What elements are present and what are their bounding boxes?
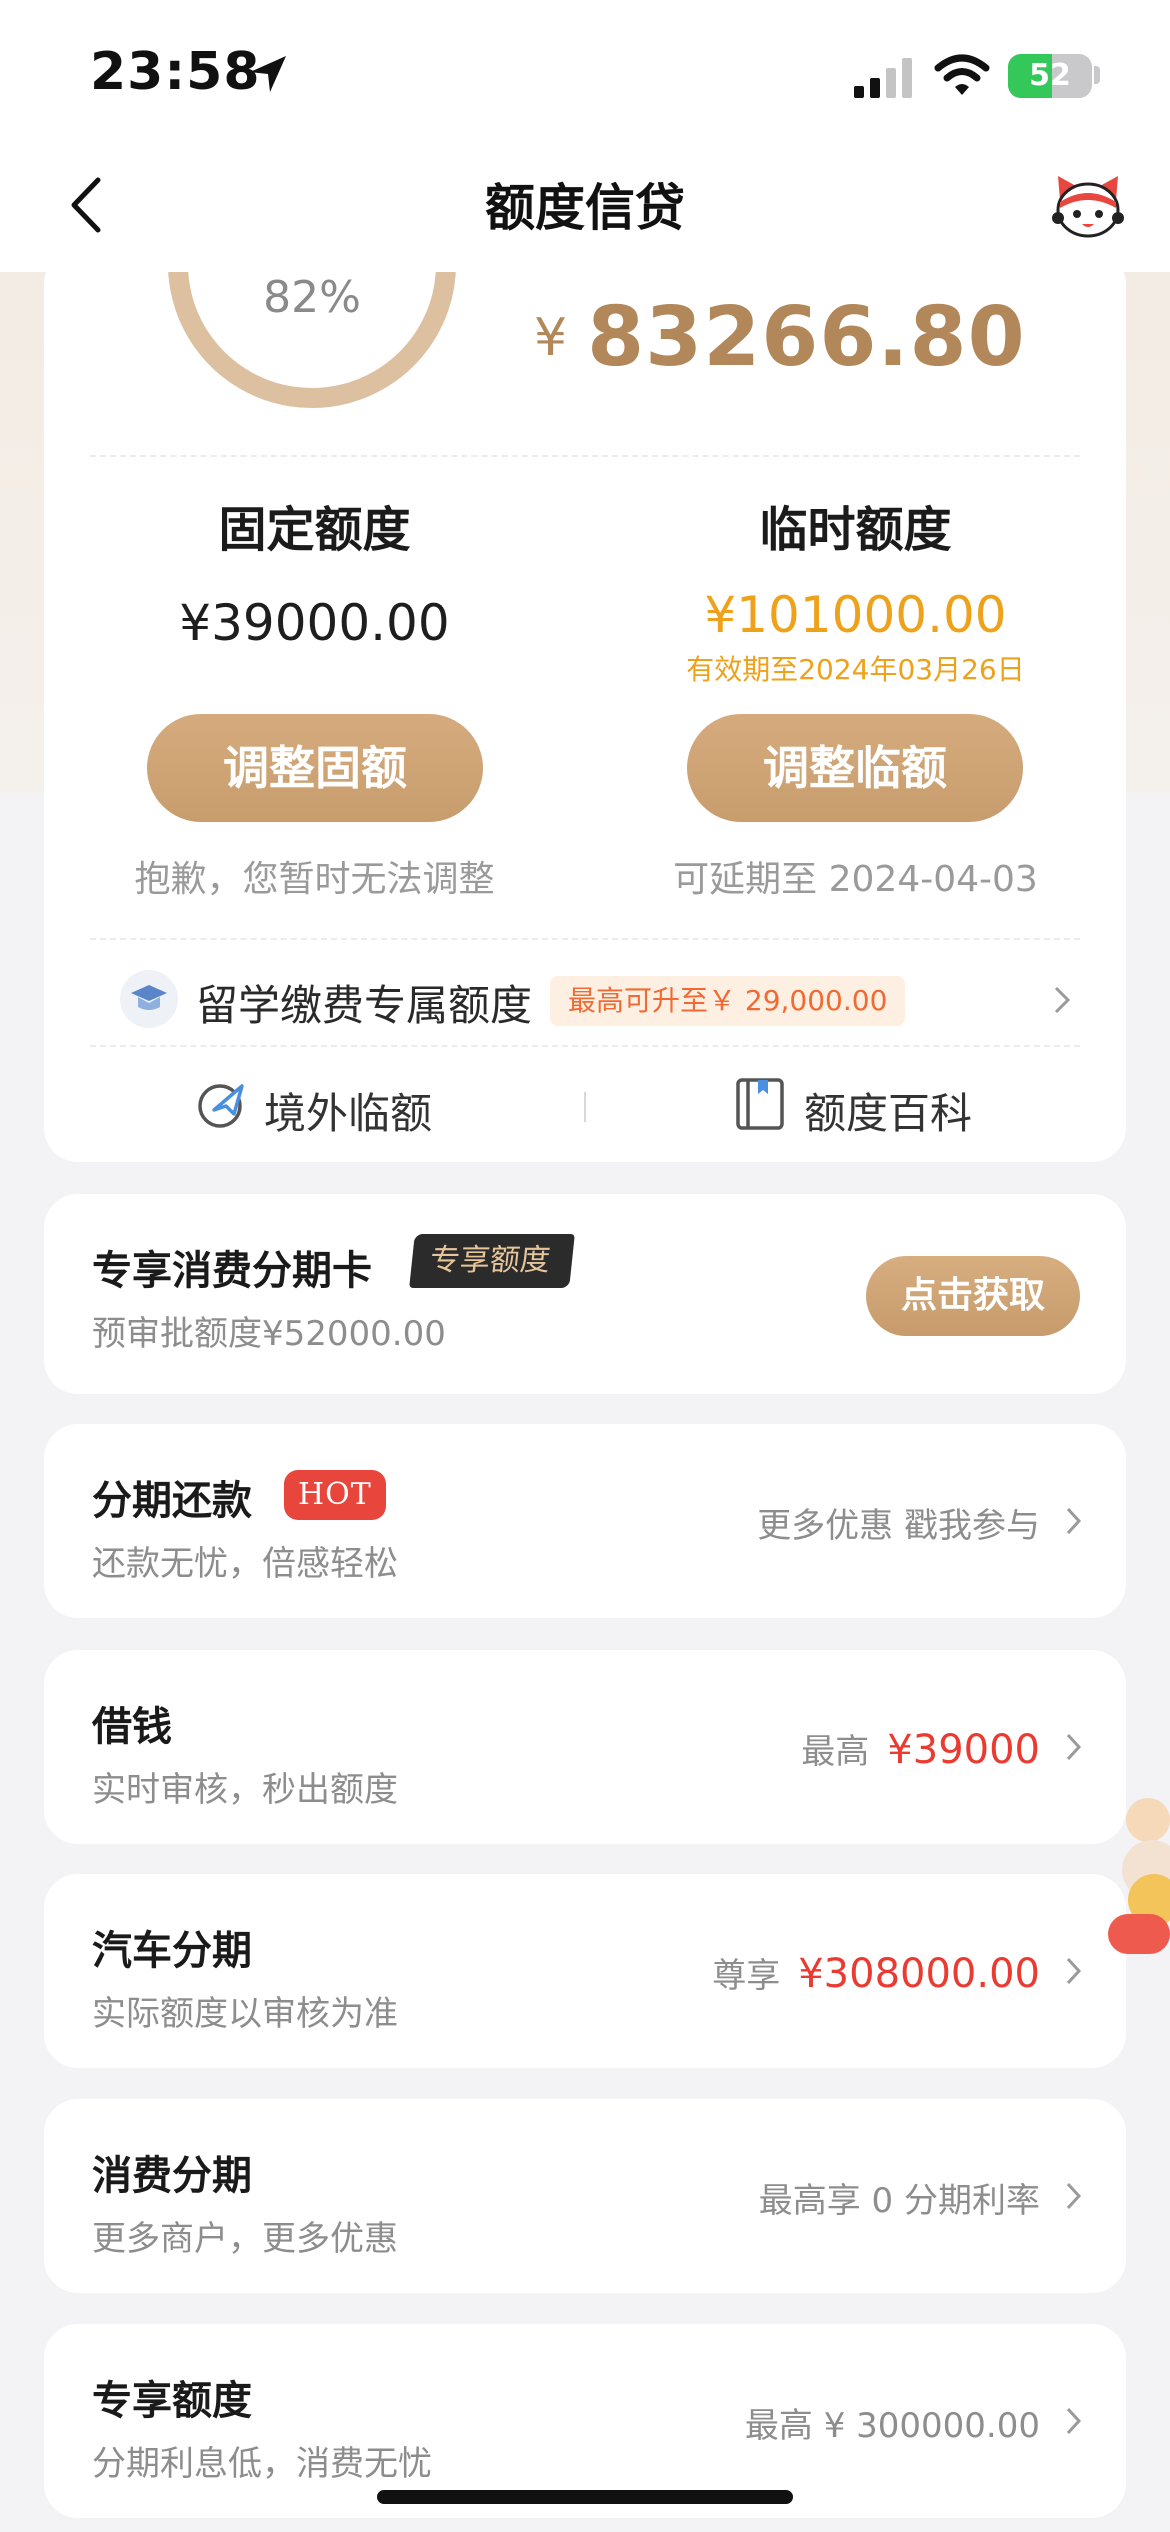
divider xyxy=(90,1045,1080,1047)
installment-card-title: 专享消费分期卡 xyxy=(92,1248,372,1294)
list-item-sub: 实时审核，秒出额度 xyxy=(92,1770,398,1810)
list-item-right-text: 最高享 0 分期利率 xyxy=(758,2181,1040,2221)
available-amount: ¥83266.80 xyxy=(534,290,1026,390)
fixed-adjust-note: 抱歉，您暂时无法调整 xyxy=(134,859,495,900)
temp-quota-amount: ¥101000.00 xyxy=(704,586,1007,644)
list-item-title: 分期还款 xyxy=(92,1478,252,1524)
temp-quota-label: 临时额度 xyxy=(759,502,952,558)
quota-encyclopedia-link[interactable]: 额度百科 xyxy=(734,1076,984,1138)
fixed-quota: 固定额度 ¥39000.00 xyxy=(44,490,585,652)
list-item-sub: 更多商户，更多优惠 xyxy=(92,2219,398,2259)
list-item-right-value: ¥39000 xyxy=(887,1727,1040,1773)
overseas-temp-quota-label: 境外临额 xyxy=(264,1089,433,1138)
page-title: 额度信贷 xyxy=(485,179,685,237)
list-item-right-text: 更多优惠 戳我参与 xyxy=(757,1506,1040,1546)
currency-symbol: ¥ xyxy=(534,308,568,368)
separator xyxy=(584,1092,586,1122)
list-item-right: 最高 ¥39000 xyxy=(801,1724,1040,1773)
list-item-right-text: 最高 xyxy=(801,1732,870,1772)
temp-quota-expire: 有效期至2024年03月26日 xyxy=(686,653,1025,686)
quota-usage-percent: 82% xyxy=(263,272,361,323)
quota-links: 境外临额 额度百科 xyxy=(44,1050,1126,1160)
divider xyxy=(90,455,1080,457)
graduation-cap-icon xyxy=(120,970,178,1028)
chevron-right-icon xyxy=(1054,986,1071,1014)
installment-card-sub: 预审批额度¥52000.00 xyxy=(92,1314,446,1354)
book-icon xyxy=(736,1078,784,1130)
exclusive-quota-badge: 专享额度 xyxy=(409,1234,575,1288)
status-time: 23:58 xyxy=(90,42,261,102)
installment-card[interactable]: 专享消费分期卡 专享额度 预审批额度¥52000.00 点击获取 xyxy=(44,1194,1126,1394)
temp-quota: 临时额度 ¥101000.00 有效期至2024年03月26日 xyxy=(585,490,1126,688)
signal-icon xyxy=(854,58,912,98)
battery-icon: 52 xyxy=(1008,54,1092,98)
plane-globe-icon xyxy=(198,1084,244,1128)
list-item-title: 汽车分期 xyxy=(92,1928,252,1974)
overseas-temp-quota-link[interactable]: 境外临额 xyxy=(194,1076,444,1138)
quota-card: 82% ¥83266.80 固定额度 ¥39000.00 临时额度 ¥10100… xyxy=(44,250,1126,1162)
home-indicator xyxy=(377,2490,793,2504)
quota-encyclopedia-label: 额度百科 xyxy=(804,1089,973,1138)
divider xyxy=(90,938,1080,940)
list-item-consumer-installment[interactable]: 消费分期 更多商户，更多优惠 最高享 0 分期利率 xyxy=(44,2099,1126,2293)
list-item-right-text: 最高 ¥ 300000.00 xyxy=(744,2406,1040,2446)
list-item-right: 尊享 ¥308000.00 xyxy=(712,1948,1040,1997)
study-abroad-quota-label: 留学缴费专属额度 xyxy=(196,981,533,1030)
study-abroad-quota-tag: 最高可升至￥ 29,000.00 xyxy=(550,976,906,1026)
floating-mascot-icon[interactable] xyxy=(1108,1780,1170,1970)
list-item-sub: 还款无忧，倍感轻松 xyxy=(92,1544,398,1584)
list-item-right: 更多优惠 戳我参与 xyxy=(757,1498,1040,1547)
list-item-installment-repay[interactable]: 分期还款 HOT 还款无忧，倍感轻松 更多优惠 戳我参与 xyxy=(44,1424,1126,1618)
wifi-icon xyxy=(934,54,990,95)
hot-badge: HOT xyxy=(284,1470,386,1520)
temp-adjust-note: 可延期至 2024-04-03 xyxy=(673,859,1038,900)
chevron-right-icon xyxy=(1066,2182,1082,2210)
available-amount-value: 83266.80 xyxy=(587,290,1026,385)
list-item-title: 借钱 xyxy=(92,1704,172,1750)
list-item-right-value: ¥308000.00 xyxy=(798,1951,1040,1997)
mascot-service-icon[interactable] xyxy=(1052,172,1124,238)
credit-quota-page: 82% ¥83266.80 固定额度 ¥39000.00 临时额度 ¥10100… xyxy=(0,0,1170,2532)
battery-cap xyxy=(1094,66,1100,84)
list-item-title: 消费分期 xyxy=(92,2153,252,2199)
adjust-temp-button[interactable]: 调整临额 xyxy=(687,714,1023,822)
fixed-quota-label: 固定额度 xyxy=(218,502,411,558)
list-item-right: 最高享 0 分期利率 xyxy=(759,2173,1040,2222)
list-item-borrow[interactable]: 借钱 实时审核，秒出额度 最高 ¥39000 xyxy=(44,1650,1126,1844)
chevron-right-icon xyxy=(1066,1957,1082,1985)
status-bar: 23:58 52 xyxy=(0,0,1170,150)
list-item-right: 最高 ¥ 300000.00 xyxy=(745,2398,1040,2447)
list-item-car-installment[interactable]: 汽车分期 实际额度以审核为准 尊享 ¥308000.00 xyxy=(44,1874,1126,2068)
list-item-exclusive-quota[interactable]: 专享额度 分期利息低，消费无忧 最高 ¥ 300000.00 xyxy=(44,2324,1126,2518)
list-item-sub: 实际额度以审核为准 xyxy=(92,1994,398,2034)
top-bar: 23:58 52 额度信贷 xyxy=(0,0,1170,272)
chevron-right-icon xyxy=(1066,2407,1082,2435)
chevron-right-icon xyxy=(1066,1507,1082,1535)
battery-level: 52 xyxy=(1029,58,1071,93)
adjust-fixed-button[interactable]: 调整固额 xyxy=(147,714,483,822)
chevron-right-icon xyxy=(1066,1733,1082,1761)
get-card-button[interactable]: 点击获取 xyxy=(866,1256,1080,1336)
list-item-sub: 分期利息低，消费无忧 xyxy=(92,2444,432,2484)
fixed-quota-amount: ¥39000.00 xyxy=(179,594,450,652)
study-abroad-quota-row[interactable]: 留学缴费专属额度 最高可升至￥ 29,000.00 xyxy=(44,950,1126,1050)
list-item-right-text: 尊享 xyxy=(712,1956,781,1996)
list-item-title: 专享额度 xyxy=(92,2378,252,2424)
location-arrow-icon xyxy=(250,56,286,92)
